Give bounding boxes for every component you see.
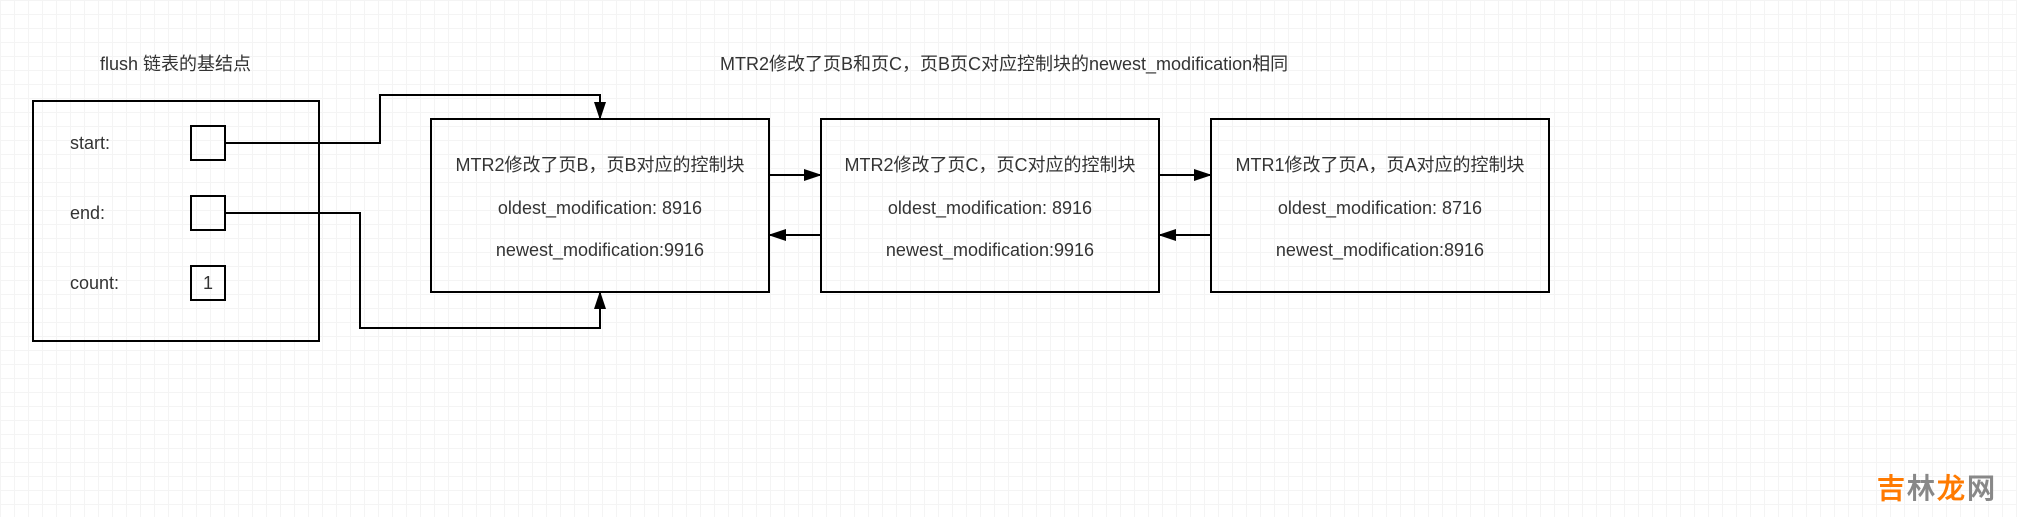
start-label: start:: [70, 133, 190, 154]
block-c-title: MTR2修改了页C，页C对应的控制块: [845, 151, 1136, 177]
block-c-newest: newest_modification:9916: [886, 240, 1094, 261]
start-pointer-box: [190, 125, 226, 161]
control-block-a: MTR1修改了页A，页A对应的控制块 oldest_modification: …: [1210, 118, 1550, 293]
base-node-start-row: start:: [70, 125, 226, 161]
block-b-newest: newest_modification:9916: [496, 240, 704, 261]
block-c-oldest: oldest_modification: 8916: [888, 198, 1092, 219]
base-node-end-row: end:: [70, 195, 226, 231]
control-block-c: MTR2修改了页C，页C对应的控制块 oldest_modification: …: [820, 118, 1160, 293]
base-node-count-row: count: 1: [70, 265, 226, 301]
block-b-oldest: oldest_modification: 8916: [498, 198, 702, 219]
end-pointer-box: [190, 195, 226, 231]
block-a-newest: newest_modification:8916: [1276, 240, 1484, 261]
diagram-title: flush 链表的基结点: [100, 50, 251, 76]
block-a-oldest: oldest_modification: 8716: [1278, 198, 1482, 219]
count-label: count:: [70, 273, 190, 294]
watermark: 吉林龙网: [1877, 467, 1997, 507]
end-label: end:: [70, 203, 190, 224]
diagram-annotation: MTR2修改了页B和页C，页B页C对应控制块的newest_modificati…: [720, 50, 1288, 76]
block-b-title: MTR2修改了页B，页B对应的控制块: [455, 151, 744, 177]
block-a-title: MTR1修改了页A，页A对应的控制块: [1235, 151, 1524, 177]
control-block-b: MTR2修改了页B，页B对应的控制块 oldest_modification: …: [430, 118, 770, 293]
count-value-box: 1: [190, 265, 226, 301]
